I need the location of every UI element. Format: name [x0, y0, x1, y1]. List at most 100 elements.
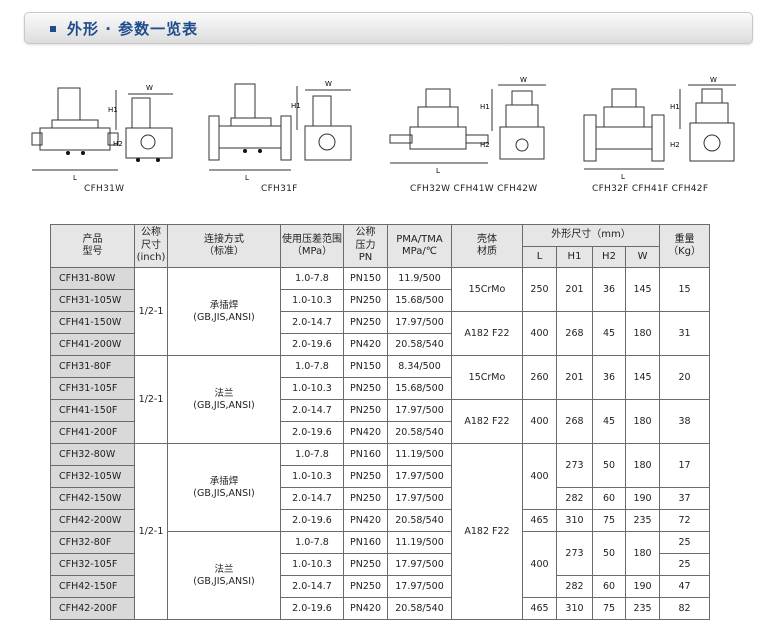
- size-cell: 1/2-1: [134, 443, 168, 620]
- w-cell: 180: [624, 399, 661, 444]
- pn-cell: PN420: [343, 421, 388, 444]
- h1-cell: 201: [556, 355, 593, 400]
- h2-cell: 50: [592, 443, 626, 488]
- pma-cell: 15.68/500: [387, 289, 452, 312]
- range-cell: 1.0-10.3: [280, 377, 344, 400]
- w-cell: 180: [624, 443, 661, 488]
- range-cell: 2.0-14.7: [280, 487, 344, 510]
- weight-cell: 82: [659, 597, 711, 620]
- dim-h1-label: H1: [670, 103, 680, 111]
- header-l: L: [522, 246, 557, 268]
- h2-cell: 60: [592, 575, 626, 598]
- cfh31f-drawing: L H1 W: [208, 80, 352, 182]
- w-cell: 180: [624, 311, 661, 356]
- figure-caption-1: CFH31W: [84, 184, 125, 194]
- cfh32w-drawing: L H1 H2 W: [389, 76, 546, 175]
- l-cell: 465: [522, 597, 557, 620]
- pma-cell: 17.97/500: [387, 487, 452, 510]
- l-cell: 400: [522, 311, 557, 356]
- dim-w-label: W: [520, 76, 527, 84]
- header-h1: H1: [556, 246, 593, 268]
- l-cell: 400: [522, 399, 557, 444]
- range-cell: 1.0-10.3: [280, 553, 344, 576]
- dim-l-label: L: [621, 173, 625, 181]
- figure-caption-3: CFH32W CFH41W CFH42W: [410, 184, 538, 194]
- range-cell: 2.0-14.7: [280, 311, 344, 334]
- connection-cell: 法兰 (GB,JIS,ANSI): [167, 531, 281, 620]
- range-cell: 2.0-19.6: [280, 333, 344, 356]
- l-cell: 400: [522, 531, 557, 598]
- figure-caption-4: CFH32F CFH41F CFH42F: [592, 184, 709, 194]
- h2-cell: 36: [592, 267, 626, 312]
- material-cell: A182 F22: [451, 399, 523, 444]
- header-weight: 重量 （Kg）: [659, 224, 711, 268]
- header-pn: 公称 压力 PN: [343, 224, 388, 268]
- header-pressure-range: 使用压差范围 （MPa）: [280, 224, 344, 268]
- pma-cell: 17.97/500: [387, 575, 452, 598]
- h2-cell: 45: [592, 399, 626, 444]
- model-cell: CFH41-150F: [50, 399, 135, 422]
- pn-cell: PN420: [343, 597, 388, 620]
- w-cell: 190: [624, 487, 661, 510]
- weight-cell: 37: [659, 487, 711, 510]
- dim-h2-label: H2: [113, 140, 123, 148]
- pn-cell: PN160: [343, 443, 388, 466]
- cfh32f-drawing: L H1 H2 W: [583, 76, 736, 181]
- pma-cell: 20.58/540: [387, 509, 452, 532]
- pn-cell: PN420: [343, 333, 388, 356]
- section-header: 外形 · 参数一览表: [24, 12, 753, 44]
- model-cell: CFH42-200F: [50, 597, 135, 620]
- pma-cell: 17.97/500: [387, 399, 452, 422]
- connection-cell: 承插焊 (GB,JIS,ANSI): [167, 267, 281, 356]
- range-cell: 1.0-7.8: [280, 443, 344, 466]
- pn-cell: PN250: [343, 553, 388, 576]
- model-cell: CFH42-150F: [50, 575, 135, 598]
- model-cell: CFH32-80F: [50, 531, 135, 554]
- header-w: W: [624, 246, 661, 268]
- range-cell: 2.0-19.6: [280, 597, 344, 620]
- pma-cell: 8.34/500: [387, 355, 452, 378]
- range-cell: 1.0-7.8: [280, 267, 344, 290]
- figure-caption-2: CFH31F: [261, 184, 298, 194]
- weight-cell: 25: [659, 531, 711, 554]
- h1-cell: 310: [556, 597, 593, 620]
- material-cell: 15CrMo: [451, 267, 523, 312]
- pn-cell: PN250: [343, 465, 388, 488]
- header-material: 壳体 材质: [451, 224, 523, 268]
- h1-cell: 282: [556, 487, 593, 510]
- bullet-square-icon: [50, 26, 56, 32]
- table-row: CFH31-80F 1/2-1 法兰 (GB,JIS,ANSI) 1.0-7.8…: [50, 355, 711, 444]
- h2-cell: 45: [592, 311, 626, 356]
- model-cell: CFH41-200W: [50, 333, 135, 356]
- pn-cell: PN150: [343, 355, 388, 378]
- range-cell: 2.0-14.7: [280, 575, 344, 598]
- dim-l-label: L: [73, 174, 77, 182]
- w-cell: 235: [624, 509, 661, 532]
- dim-h2-label: H2: [670, 141, 680, 149]
- model-cell: CFH32-105W: [50, 465, 135, 488]
- weight-cell: 72: [659, 509, 711, 532]
- pn-cell: PN250: [343, 377, 388, 400]
- weight-cell: 38: [659, 399, 711, 444]
- pma-cell: 17.97/500: [387, 465, 452, 488]
- h1-cell: 310: [556, 509, 593, 532]
- model-cell: CFH32-80W: [50, 443, 135, 466]
- material-cell: A182 F22: [451, 443, 523, 620]
- h2-cell: 75: [592, 509, 626, 532]
- weight-cell: 47: [659, 575, 711, 598]
- weight-cell: 25: [659, 553, 711, 576]
- dim-l-label: L: [245, 174, 249, 182]
- pn-cell: PN150: [343, 267, 388, 290]
- h1-cell: 273: [556, 531, 593, 576]
- dim-l-label: L: [436, 167, 440, 175]
- weight-cell: 20: [659, 355, 711, 400]
- l-cell: 250: [522, 267, 557, 312]
- range-cell: 2.0-14.7: [280, 399, 344, 422]
- range-cell: 1.0-10.3: [280, 289, 344, 312]
- material-cell: A182 F22: [451, 311, 523, 356]
- pma-cell: 17.97/500: [387, 553, 452, 576]
- pn-cell: PN250: [343, 399, 388, 422]
- pma-cell: 20.58/540: [387, 421, 452, 444]
- header-model: 产品 型号: [50, 224, 135, 268]
- pma-cell: 17.97/500: [387, 311, 452, 334]
